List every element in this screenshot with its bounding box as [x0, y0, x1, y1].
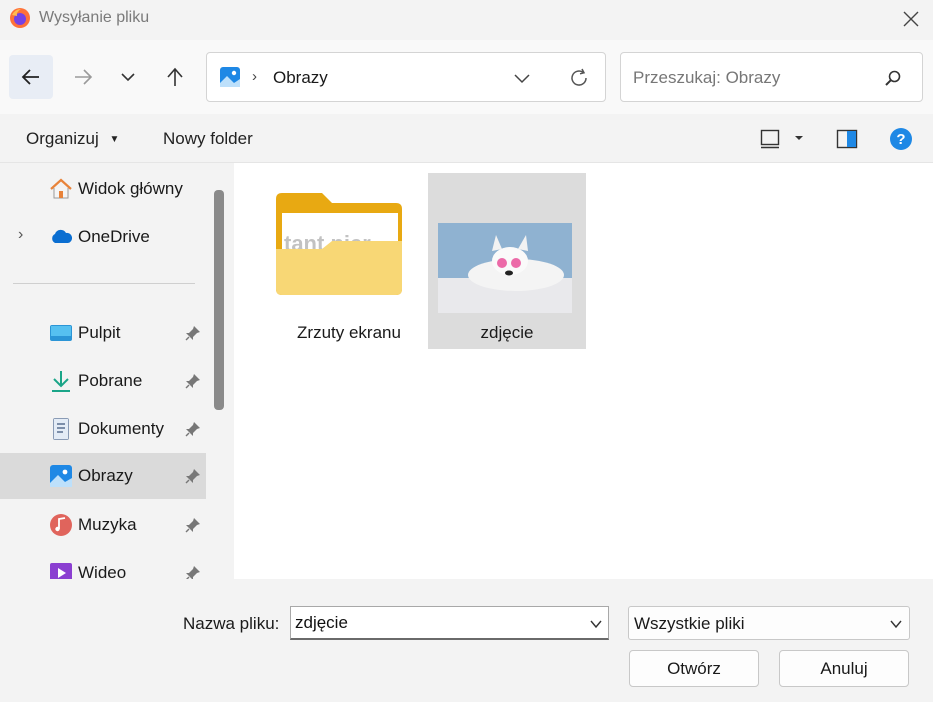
file-label: zdjęcie [480, 323, 534, 342]
pictures-icon [220, 67, 240, 87]
cancel-button[interactable]: Anuluj [779, 650, 909, 687]
desktop-icon [50, 325, 72, 341]
cloud-icon [52, 229, 73, 243]
music-icon [50, 514, 72, 536]
search-icon[interactable] [884, 69, 902, 87]
close-icon[interactable] [897, 5, 925, 33]
video-icon [50, 563, 72, 579]
search-box[interactable] [620, 52, 923, 102]
arrow-up-icon [167, 67, 183, 86]
pin-icon[interactable] [185, 517, 201, 533]
window-title: Wysyłanie pliku [39, 9, 150, 26]
sidebar-item-documents[interactable]: Dokumenty [0, 411, 206, 447]
file-label: Zrzuty ekranu [297, 323, 401, 342]
chevron-down-icon[interactable] [513, 69, 531, 87]
sidebar-item-label: Muzyka [78, 515, 137, 534]
breadcrumb-current[interactable]: Obrazy [273, 68, 328, 88]
sidebar-item-pictures[interactable]: Obrazy [0, 453, 206, 499]
chevron-right-icon[interactable]: › [18, 226, 23, 244]
svg-text:?: ? [896, 131, 905, 148]
file-list: tant pier Zrzuty ekranu zdjęcie [234, 163, 933, 579]
filename-input[interactable] [295, 613, 575, 633]
refresh-icon[interactable] [568, 67, 590, 89]
sidebar-item-downloads[interactable]: Pobrane [0, 363, 206, 399]
home-icon [50, 178, 72, 199]
filetype-select[interactable]: Wszystkie pliki [628, 606, 910, 640]
pin-icon[interactable] [185, 373, 201, 389]
up-button[interactable] [153, 55, 197, 99]
pin-icon[interactable] [185, 325, 201, 341]
forward-button[interactable] [61, 55, 105, 99]
view-icon [760, 129, 803, 149]
firefox-icon [10, 8, 30, 28]
back-button[interactable] [9, 55, 53, 99]
caret-down-icon: ▼ [109, 134, 120, 145]
sidebar-item-label: Wideo [78, 563, 127, 579]
sidebar-item-desktop[interactable]: Pulpit [0, 315, 206, 351]
sidebar-divider [13, 283, 195, 284]
image-item-photo[interactable]: zdjęcie [428, 173, 586, 349]
pin-icon[interactable] [185, 565, 201, 579]
view-options-button[interactable] [760, 128, 808, 155]
search-input[interactable] [631, 65, 875, 91]
filetype-value: Wszystkie pliki [634, 614, 745, 633]
sidebar-item-videos[interactable]: Wideo [0, 555, 206, 579]
breadcrumb-separator: › [252, 68, 257, 85]
document-icon [53, 418, 69, 440]
sidebar-item-onedrive[interactable]: › OneDrive [0, 219, 206, 255]
photo-thumbnail [438, 223, 572, 313]
pin-icon[interactable] [185, 421, 201, 437]
sidebar-item-home[interactable]: Widok główny [0, 171, 206, 207]
sidebar-item-label: Pulpit [78, 323, 121, 342]
folder-icon: tant pier [276, 193, 402, 295]
open-button[interactable]: Otwórz [629, 650, 759, 687]
organize-label: Organizuj [26, 129, 99, 148]
sidebar-item-label: Widok główny [78, 179, 183, 198]
sidebar-item-label: OneDrive [78, 227, 150, 246]
filename-field[interactable] [290, 606, 609, 640]
help-icon[interactable]: ? [889, 127, 913, 151]
arrow-right-icon [75, 69, 93, 85]
folder-item-screenshots[interactable]: tant pier Zrzuty ekranu [270, 173, 428, 349]
preview-pane-icon[interactable] [836, 129, 858, 149]
pictures-icon [50, 465, 72, 487]
sidebar-scrollbar[interactable] [214, 190, 224, 410]
sidebar-item-label: Obrazy [78, 466, 133, 485]
organize-button[interactable]: Organizuj ▼ [26, 129, 119, 149]
filename-label: Nazwa pliku: [183, 614, 280, 633]
pin-icon[interactable] [185, 468, 201, 484]
chevron-down-icon[interactable] [589, 617, 603, 631]
arrow-left-icon [21, 69, 39, 85]
address-bar[interactable]: › Obrazy [206, 52, 606, 102]
download-icon [52, 371, 70, 392]
chevron-down-icon [121, 73, 135, 82]
sidebar-item-music[interactable]: Muzyka [0, 507, 206, 543]
sidebar-item-label: Pobrane [78, 371, 143, 390]
chevron-down-icon [890, 620, 902, 629]
sidebar-item-label: Dokumenty [78, 419, 164, 438]
recent-locations-button[interactable] [106, 55, 150, 99]
navigation-pane: Widok główny › OneDrive Pulpit Pobrane D… [0, 163, 232, 579]
new-folder-button[interactable]: Nowy folder [163, 129, 253, 149]
